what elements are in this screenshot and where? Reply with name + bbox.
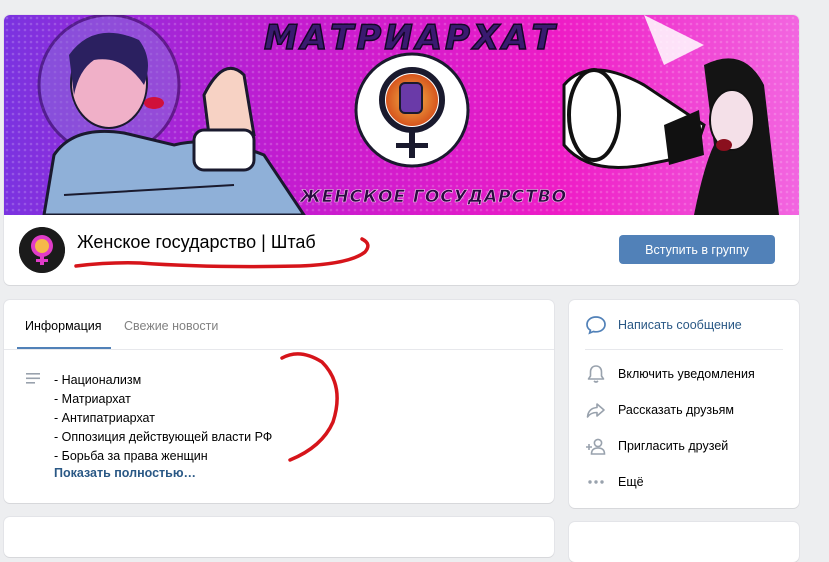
- cover-subtitle: ЖЕНСКОЕ ГОСУДАРСТВО: [299, 187, 567, 207]
- enable-notifications-action[interactable]: Включить уведомления: [569, 359, 799, 389]
- bell-icon: [587, 365, 605, 383]
- show-more-link[interactable]: Показать полностью…: [54, 466, 196, 480]
- share-label: Рассказать друзьям: [618, 403, 735, 417]
- next-card-left: [4, 517, 554, 557]
- send-message-action[interactable]: Написать сообщение: [569, 310, 799, 340]
- next-card-right: [569, 522, 799, 562]
- more-action[interactable]: Ещё: [569, 467, 799, 497]
- description-line: - Матриархат: [54, 392, 131, 406]
- share-action[interactable]: Рассказать друзьям: [569, 395, 799, 425]
- info-tabs: Информация Свежие новости: [4, 300, 554, 350]
- description-line: - Антипатриархат: [54, 411, 155, 425]
- group-avatar[interactable]: [19, 227, 65, 273]
- info-card: Информация Свежие новости - Национализм …: [4, 300, 554, 503]
- more-dots-icon: [588, 480, 604, 484]
- more-label: Ещё: [618, 475, 644, 489]
- enable-notifications-label: Включить уведомления: [618, 367, 755, 381]
- group-header-card: МАТРИАРХАТ ЖЕНСКОЕ ГОСУДАРСТВО Женское г…: [4, 15, 799, 285]
- invite-friends-action[interactable]: Пригласить друзей: [569, 431, 799, 461]
- share-icon: [586, 403, 605, 418]
- emblem-fist-icon: [354, 52, 470, 168]
- tab-information[interactable]: Информация: [25, 319, 102, 333]
- cover-image: МАТРИАРХАТ ЖЕНСКОЕ ГОСУДАРСТВО: [4, 15, 799, 215]
- actions-card: Написать сообщение Включить уведомления …: [569, 300, 799, 508]
- join-group-button[interactable]: Вступить в группу: [619, 235, 775, 264]
- send-message-label: Написать сообщение: [618, 318, 742, 332]
- description-line: - Борьба за права женщин: [54, 449, 208, 463]
- actions-divider: [585, 349, 783, 350]
- message-icon: [586, 316, 606, 335]
- cover-headline: МАТРИАРХАТ: [264, 18, 558, 58]
- active-tab-indicator: [17, 347, 111, 349]
- group-title: Женское государство | Штаб: [77, 232, 316, 252]
- tab-fresh-news[interactable]: Свежие новости: [124, 319, 218, 333]
- add-user-icon: [586, 438, 606, 455]
- description-line: - Национализм: [54, 373, 142, 387]
- description-line: - Оппозиция действующей власти РФ: [54, 430, 273, 444]
- description-text: - Национализм - Матриархат - Антипатриар…: [54, 371, 272, 466]
- description-icon: [26, 373, 40, 384]
- invite-friends-label: Пригласить друзей: [618, 439, 729, 453]
